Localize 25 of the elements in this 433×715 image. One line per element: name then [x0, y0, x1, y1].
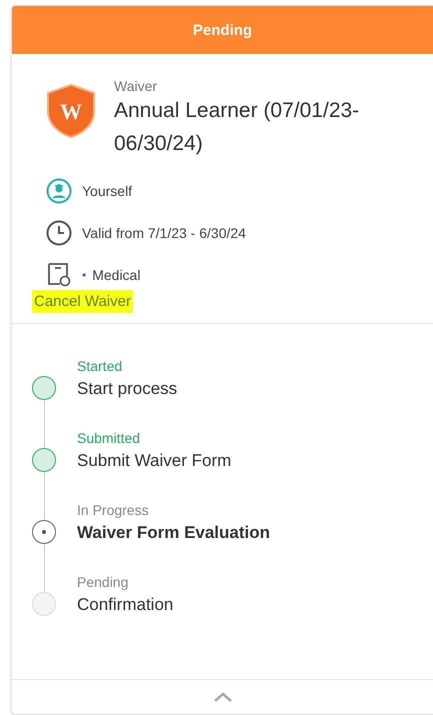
step-status: Started [77, 358, 124, 376]
step-status: Submitted [77, 430, 142, 448]
step-status: In Progress [77, 502, 150, 520]
step-title: Submit Waiver Form [77, 451, 232, 471]
step-title: Start process [77, 379, 178, 399]
detail-text: Valid from 7/1/23 - 6/30/24 [82, 225, 246, 241]
step-dot-icon [32, 376, 56, 400]
step-title: Waiver Form Evaluation [77, 523, 272, 543]
step-status: Pending [77, 574, 130, 592]
step-dot-icon [32, 520, 56, 544]
cancel-waiver-link[interactable]: Cancel Waiver [32, 290, 133, 313]
person-icon [46, 178, 72, 204]
waiver-type: Waiver [114, 78, 158, 94]
clock-icon [46, 220, 72, 246]
detail-text: Medical [92, 267, 140, 283]
bullet: • [82, 268, 86, 282]
chevron-up-icon[interactable] [212, 691, 232, 703]
status-title: Pending [192, 22, 252, 38]
waiver-title: Annual Learner (07/01/23-06/30/24) [114, 98, 360, 157]
step-title: Confirmation [77, 595, 174, 615]
detail-text: Yourself [82, 183, 132, 199]
document-icon [46, 262, 72, 288]
step-dot-icon [32, 592, 56, 616]
step-dot-icon [32, 448, 56, 472]
shield-logo-icon: W [46, 84, 96, 138]
